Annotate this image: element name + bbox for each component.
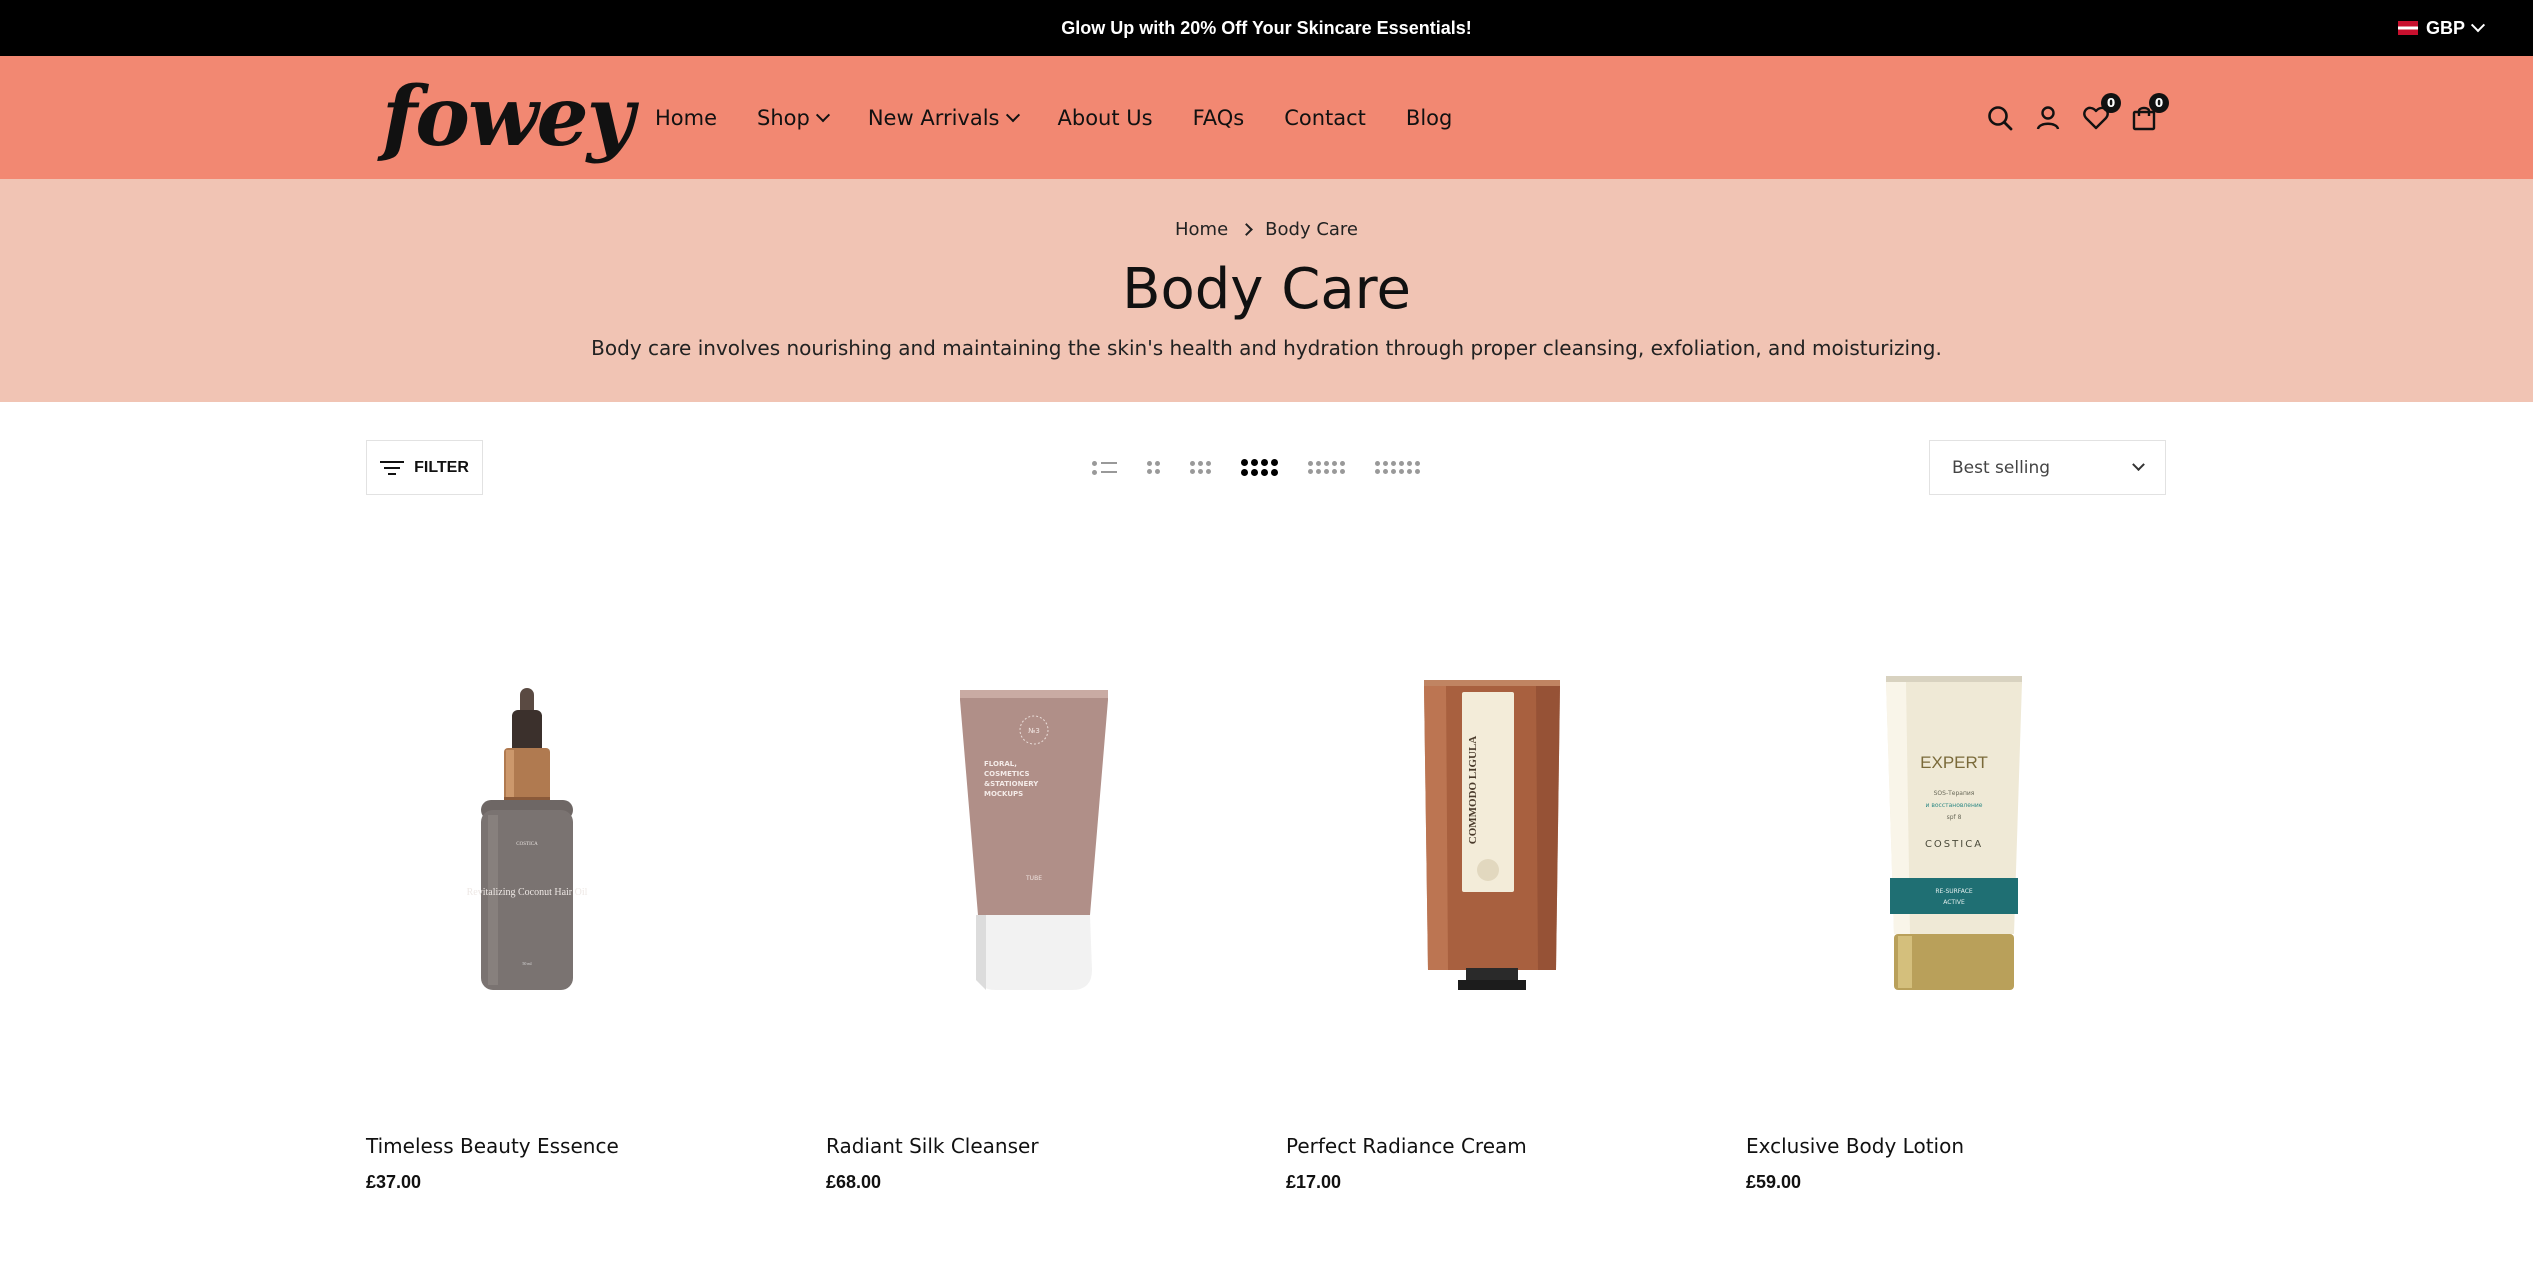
sort-select[interactable]: Best selling: [1929, 440, 2166, 495]
grid-option-2[interactable]: [1147, 461, 1160, 474]
product-grid: COSTICA Revitalizing Coconut Hair Oil 50…: [366, 550, 2166, 1193]
nav-label: Shop: [757, 105, 810, 130]
product-price: £59.00: [1746, 1172, 1802, 1192]
nav-label: FAQs: [1192, 105, 1245, 130]
svg-text:№3: №3: [1028, 727, 1040, 735]
grid-option-5[interactable]: [1308, 461, 1345, 474]
svg-text:spf 8: spf 8: [1947, 814, 1962, 821]
account-icon[interactable]: [2033, 103, 2063, 133]
chevron-down-icon: [2470, 18, 2486, 33]
nav-item-faqs[interactable]: FAQs: [1193, 106, 1245, 130]
nav-item-about-us[interactable]: About Us: [1058, 106, 1153, 130]
product-price: £17.00: [1286, 1172, 1342, 1192]
svg-text:50 ml: 50 ml: [522, 961, 532, 966]
nav-label: Home: [655, 105, 718, 130]
filter-label: FILTER: [414, 458, 469, 476]
product-price: £68.00: [826, 1172, 882, 1192]
logo[interactable]: fowey: [382, 76, 634, 158]
product-card[interactable]: EXPERT SOS-Терапия и восстановление spf …: [1746, 550, 2166, 1193]
svg-text:SOS-Терапия: SOS-Терапия: [1934, 790, 1975, 797]
currency-selector[interactable]: GBP: [2397, 0, 2486, 56]
announcement-bar: Glow Up with 20% Off Your Skincare Essen…: [0, 0, 2533, 56]
breadcrumb: Home Body Care: [0, 219, 2533, 240]
announcement-text: Glow Up with 20% Off Your Skincare Essen…: [1061, 18, 1472, 38]
sort-value: Best selling: [1952, 457, 2051, 478]
product-card[interactable]: COMMODO LIGULA Perfect Radiance Cream £1…: [1286, 550, 1706, 1193]
svg-text:COSTICA: COSTICA: [516, 842, 538, 847]
wishlist-icon[interactable]: 0: [2081, 92, 2121, 133]
nav-item-new-arrivals[interactable]: New Arrivals: [867, 105, 1020, 130]
svg-text:RE-SURFACE: RE-SURFACE: [1935, 888, 1973, 895]
product-card[interactable]: №3 FLORAL, COSMETICS &STATIONERY MOCKUPS…: [826, 550, 1246, 1193]
grid-option-3[interactable]: [1190, 461, 1211, 474]
filter-icon: [380, 460, 405, 476]
product-price: £37.00: [366, 1172, 422, 1192]
product-label-text: COMMODO LIGULA: [1467, 736, 1479, 845]
main-nav: Home Shop New Arrivals About Us FAQs Con…: [655, 56, 1452, 179]
grid-option-4[interactable]: [1241, 459, 1278, 476]
product-label-text: Revitalizing Coconut Hair Oil: [467, 887, 588, 898]
filter-button[interactable]: FILTER: [366, 440, 483, 495]
grid-layout-switcher: [1092, 440, 1420, 495]
collection-hero: Home Body Care Body Care Body care invol…: [0, 179, 2533, 402]
breadcrumb-current: Body Care: [1265, 219, 1358, 240]
header-actions: 0 0: [1985, 56, 2169, 179]
cart-icon[interactable]: 0: [2129, 92, 2169, 133]
product-image[interactable]: №3 FLORAL, COSMETICS &STATIONERY MOCKUPS…: [826, 550, 1246, 1120]
chevron-down-icon: [1005, 107, 1020, 122]
nav-item-home[interactable]: Home: [655, 106, 717, 130]
product-title[interactable]: Radiant Silk Cleanser: [826, 1134, 1246, 1158]
currency-code: GBP: [2425, 17, 2465, 38]
nav-item-blog[interactable]: Blog: [1406, 106, 1452, 130]
product-title[interactable]: Timeless Beauty Essence: [366, 1134, 786, 1158]
svg-text:TUBE: TUBE: [1025, 875, 1042, 882]
product-title[interactable]: Perfect Radiance Cream: [1286, 1134, 1706, 1158]
svg-text:ACTIVE: ACTIVE: [1943, 899, 1965, 906]
chevron-right-icon: [1240, 223, 1254, 236]
nav-label: Contact: [1284, 105, 1366, 130]
collection-toolbar: FILTER Best selling: [366, 440, 2166, 495]
search-icon[interactable]: [1985, 103, 2015, 133]
nav-label: About Us: [1057, 105, 1153, 130]
collection-description: Body care involves nourishing and mainta…: [591, 336, 1942, 360]
svg-text:и восстановление: и восстановление: [1926, 802, 1983, 809]
grid-option-list[interactable]: [1092, 460, 1117, 475]
svg-text:MOCKUPS: MOCKUPS: [984, 790, 1023, 798]
grid-option-6[interactable]: [1375, 461, 1420, 474]
svg-text:FLORAL,: FLORAL,: [984, 760, 1017, 768]
product-image[interactable]: EXPERT SOS-Терапия и восстановление spf …: [1746, 550, 2166, 1120]
page-title: Body Care: [1122, 257, 1411, 322]
product-label-text: EXPERT: [1920, 753, 1988, 772]
product-card[interactable]: COSTICA Revitalizing Coconut Hair Oil 50…: [366, 550, 786, 1193]
svg-text:COSMETICS: COSMETICS: [984, 770, 1030, 778]
nav-label: New Arrivals: [867, 105, 1000, 130]
product-image[interactable]: COSTICA Revitalizing Coconut Hair Oil 50…: [366, 550, 786, 1120]
nav-label: Blog: [1405, 105, 1453, 130]
cart-count-badge: 0: [2149, 92, 2169, 113]
uk-flag-icon: [2397, 21, 2418, 35]
breadcrumb-home[interactable]: Home: [1175, 219, 1228, 240]
nav-item-contact[interactable]: Contact: [1284, 106, 1366, 130]
product-image[interactable]: COMMODO LIGULA: [1286, 550, 1706, 1120]
wishlist-count-badge: 0: [2101, 92, 2121, 113]
chevron-down-icon: [2132, 458, 2145, 472]
site-header: fowey Home Shop New Arrivals About Us FA…: [0, 56, 2533, 179]
svg-text:&STATIONERY: &STATIONERY: [984, 780, 1039, 788]
svg-text:COSTICA: COSTICA: [1925, 839, 1983, 850]
product-title[interactable]: Exclusive Body Lotion: [1746, 1134, 2166, 1158]
nav-item-shop[interactable]: Shop: [757, 105, 830, 130]
chevron-down-icon: [815, 107, 830, 122]
